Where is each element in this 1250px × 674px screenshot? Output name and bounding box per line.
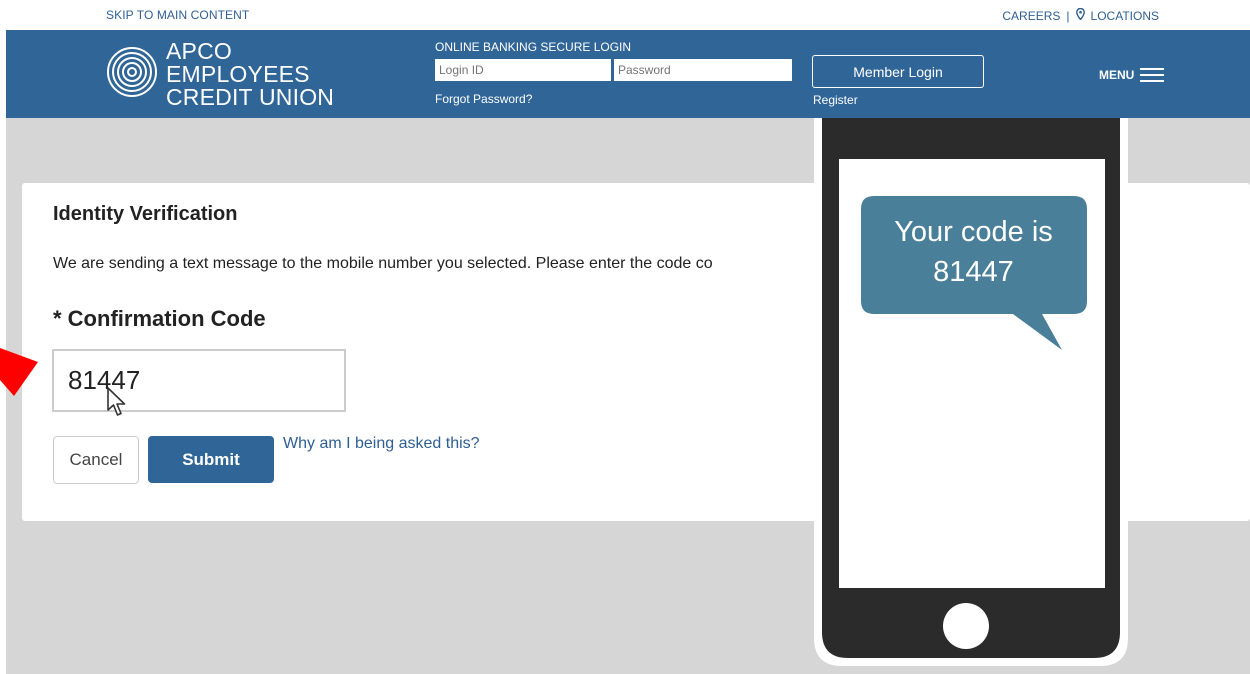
mouse-pointer-icon [107, 387, 126, 416]
logo-line-1: APCO EMPLOYEES [166, 37, 310, 87]
phone-illustration [814, 118, 1128, 666]
cancel-button[interactable]: Cancel [53, 436, 139, 484]
confirmation-code-input[interactable] [52, 349, 346, 412]
password-input[interactable] [614, 59, 792, 81]
logo[interactable]: APCO EMPLOYEES CREDIT UNION [106, 39, 346, 108]
sms-code: 81447 [933, 256, 1014, 288]
verification-description: We are sending a text message to the mob… [53, 255, 713, 272]
member-login-button[interactable]: Member Login [812, 55, 984, 88]
why-asked-link[interactable]: Why am I being asked this? [283, 435, 480, 453]
sms-line-1: Your code is [894, 216, 1053, 248]
locations-link[interactable]: LOCATIONS [1091, 9, 1159, 23]
hamburger-icon [1140, 64, 1165, 86]
submit-button[interactable]: Submit [148, 436, 274, 483]
red-arrow-icon [0, 348, 38, 396]
separator: | [1066, 8, 1070, 23]
logo-rings-icon [106, 46, 158, 103]
site-header: APCO EMPLOYEES CREDIT UNION ONLINE BANKI… [6, 30, 1250, 118]
forgot-password-link[interactable]: Forgot Password? [435, 92, 532, 106]
logo-line-2: CREDIT UNION [166, 83, 335, 110]
register-link[interactable]: Register [813, 93, 858, 107]
skip-to-main-link[interactable]: SKIP TO MAIN CONTENT [106, 8, 249, 22]
logo-text: APCO EMPLOYEES CREDIT UNION [166, 37, 346, 110]
page-title: Identity Verification [53, 203, 238, 225]
utility-links: CAREERS | LOCATIONS [1002, 7, 1159, 23]
menu-label: MENU [1099, 68, 1135, 82]
login-id-input[interactable] [435, 59, 611, 81]
location-pin-icon [1075, 7, 1085, 23]
confirmation-code-label: * Confirmation Code [53, 306, 266, 331]
menu-button[interactable]: MENU [1099, 64, 1165, 86]
login-title: ONLINE BANKING SECURE LOGIN [435, 40, 632, 54]
sms-message: Your code is 81447 [861, 212, 1086, 292]
careers-link[interactable]: CAREERS [1002, 9, 1060, 23]
